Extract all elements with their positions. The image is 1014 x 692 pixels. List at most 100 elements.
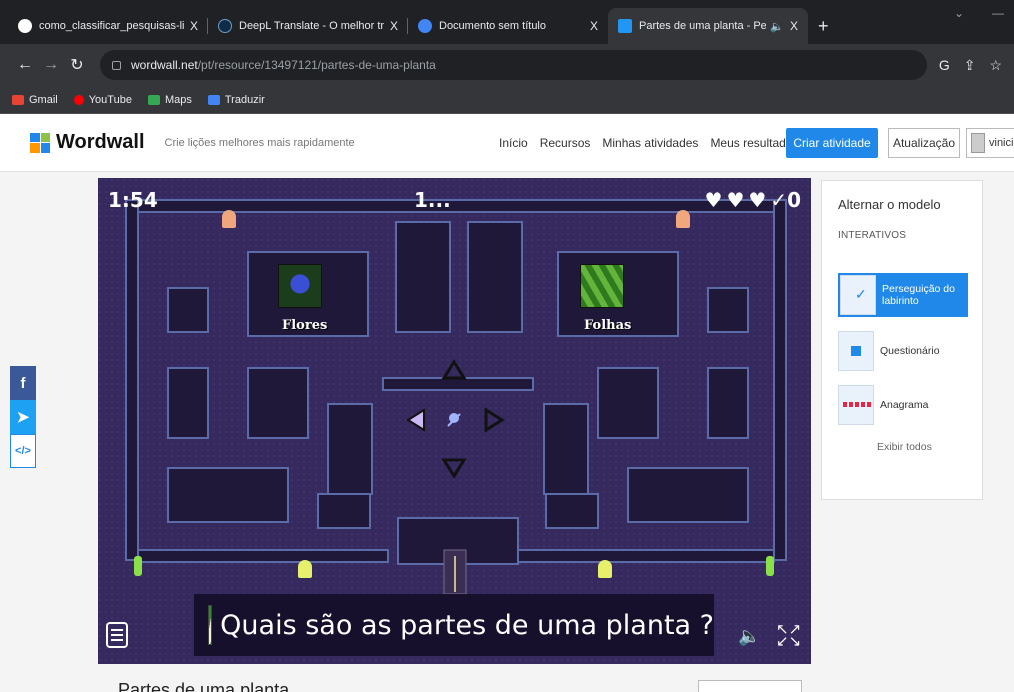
- minimize-icon[interactable]: —: [992, 6, 1004, 20]
- tab-title: Partes de uma planta - Perse: [639, 20, 767, 32]
- user-name: vinici: [989, 137, 1014, 149]
- tab-deepl[interactable]: DeepL Translate - O melhor tradu X: [208, 8, 408, 44]
- tab-title: DeepL Translate - O melhor tradu: [239, 20, 384, 32]
- tab-documento[interactable]: Documento sem título X: [408, 8, 608, 44]
- star-icon[interactable]: ☆: [989, 57, 1002, 74]
- tab-title: Documento sem título: [439, 20, 546, 32]
- answer-label-folhas: Folhas: [584, 318, 632, 333]
- bookmarks-bar: Gmail YouTube Maps Traduzir: [0, 86, 1014, 114]
- show-all-link[interactable]: Exibir todos: [877, 441, 932, 453]
- bookmark-gmail[interactable]: Gmail: [12, 94, 58, 106]
- ghost-enemy: [598, 560, 612, 578]
- url-input[interactable]: wordwall.net /pt/resource/13497121/parte…: [100, 50, 927, 80]
- answer-label-flores: Flores: [282, 318, 328, 333]
- gmail-icon: [12, 94, 24, 105]
- tab-como-classificar[interactable]: como_classificar_pesquisas-libre X: [8, 8, 208, 44]
- twitter-icon: ➤: [16, 409, 30, 426]
- question-number: 1...: [414, 188, 451, 212]
- heart-icon: ♥: [726, 188, 745, 212]
- close-icon[interactable]: X: [790, 19, 798, 33]
- tab-partes-planta[interactable]: Partes de uma planta - Perse 🔈 X: [608, 8, 808, 44]
- lock-icon: [112, 60, 121, 70]
- tagline: Crie lições melhores mais rapidamente: [164, 136, 355, 149]
- share-icon[interactable]: ⇪: [964, 57, 976, 74]
- tab-search-icon[interactable]: ⌄: [954, 6, 964, 20]
- nav-recursos[interactable]: Recursos: [540, 136, 591, 150]
- template-label: Questionário: [880, 345, 940, 357]
- wordwall-logo[interactable]: Wordwall: [30, 131, 145, 154]
- timer: 1:54: [108, 188, 158, 212]
- fullscreen-icon[interactable]: ↖↗ ↙↘: [776, 622, 801, 649]
- below-action-button[interactable]: [698, 680, 802, 692]
- ghost-enemy: [676, 210, 690, 228]
- docs-icon: [418, 19, 432, 33]
- logo-icon: [30, 132, 50, 153]
- answer-image-flores: [278, 264, 322, 308]
- youtube-icon: [73, 94, 84, 105]
- create-activity-button[interactable]: Criar atividade: [786, 128, 878, 158]
- google-icon[interactable]: G: [939, 57, 950, 74]
- template-quiz[interactable]: Questionário: [838, 331, 966, 371]
- maze-board: [98, 178, 811, 664]
- answer-image-folhas: [580, 264, 624, 308]
- nav-inicio[interactable]: Início: [499, 136, 528, 150]
- bookmark-label: YouTube: [88, 93, 132, 106]
- user-menu[interactable]: vinici: [966, 128, 1014, 158]
- anagram-template-icon: [838, 385, 874, 425]
- quiz-template-icon: [838, 331, 874, 371]
- back-icon[interactable]: ←: [12, 56, 38, 74]
- update-button[interactable]: Atualização: [888, 128, 960, 158]
- tab-title: como_classificar_pesquisas-libre: [39, 20, 184, 32]
- ghost-enemy: [222, 210, 236, 228]
- forward-icon[interactable]: →: [38, 56, 64, 74]
- template-switcher: Alternar o modelo INTERATIVOS Perseguiçã…: [821, 180, 983, 500]
- heart-icon: ♥: [704, 188, 723, 212]
- nav-minhas-atividades[interactable]: Minhas atividades: [602, 136, 698, 150]
- score: ✓0: [770, 188, 801, 212]
- twitter-share-button[interactable]: ➤: [10, 400, 36, 434]
- deepl-icon: [218, 19, 232, 33]
- maze-game[interactable]: 1:54 1... ♥ ♥ ♥ ✓0 Flores Folhas Quais s…: [98, 178, 811, 664]
- url-path: /pt/resource/13497121/partes-de-uma-plan…: [197, 58, 436, 72]
- sound-icon[interactable]: 🔈: [738, 626, 760, 647]
- globe-icon: [18, 19, 32, 33]
- lives-display: ♥ ♥ ♥ ✓0: [705, 188, 802, 212]
- url-host: wordwall.net: [131, 58, 198, 72]
- close-icon[interactable]: X: [390, 19, 398, 33]
- reload-icon[interactable]: ↻: [64, 55, 90, 75]
- bookmark-maps[interactable]: Maps: [147, 93, 192, 106]
- maps-icon: [147, 94, 160, 105]
- wordwall-favicon-icon: [618, 19, 632, 33]
- avatar: [971, 133, 985, 153]
- logo-text: Wordwall: [56, 131, 145, 153]
- heart-icon: ♥: [748, 188, 767, 212]
- browser-tab-strip: como_classificar_pesquisas-libre X DeepL…: [0, 0, 1014, 44]
- activity-title: Partes de uma planta: [118, 680, 290, 692]
- maze-template-icon: [840, 275, 876, 315]
- address-bar: ← → ↻ wordwall.net /pt/resource/13497121…: [0, 44, 1014, 86]
- plant-image: [208, 605, 213, 645]
- panel-title: Alternar o modelo: [838, 197, 941, 212]
- ghost-enemy: [298, 560, 312, 578]
- site-header: Wordwall Crie lições melhores mais rapid…: [0, 114, 1014, 172]
- close-icon[interactable]: X: [590, 19, 598, 33]
- bookmark-label: Maps: [164, 93, 192, 106]
- template-maze-chase[interactable]: Perseguição do labirinto: [838, 273, 968, 317]
- question-bar: Quais são as partes de uma planta ?: [194, 594, 714, 656]
- speaker-icon[interactable]: 🔈: [770, 20, 784, 33]
- bookmark-traduzir[interactable]: Traduzir: [207, 93, 265, 106]
- new-tab-button[interactable]: +: [808, 8, 839, 44]
- share-rail: f ➤ </>: [10, 366, 36, 468]
- close-icon[interactable]: X: [190, 19, 198, 33]
- bookmark-youtube[interactable]: YouTube: [73, 93, 132, 106]
- template-anagram[interactable]: Anagrama: [838, 385, 966, 425]
- bookmark-label: Traduzir: [224, 93, 265, 106]
- embed-button[interactable]: </>: [10, 434, 36, 468]
- template-label: Perseguição do labirinto: [882, 283, 955, 307]
- translate-icon: [207, 94, 220, 105]
- game-menu-button[interactable]: [106, 622, 128, 648]
- bookmark-label: Gmail: [29, 93, 58, 106]
- template-label: Anagrama: [880, 399, 929, 411]
- facebook-share-button[interactable]: f: [10, 366, 36, 400]
- panel-section: INTERATIVOS: [838, 230, 907, 241]
